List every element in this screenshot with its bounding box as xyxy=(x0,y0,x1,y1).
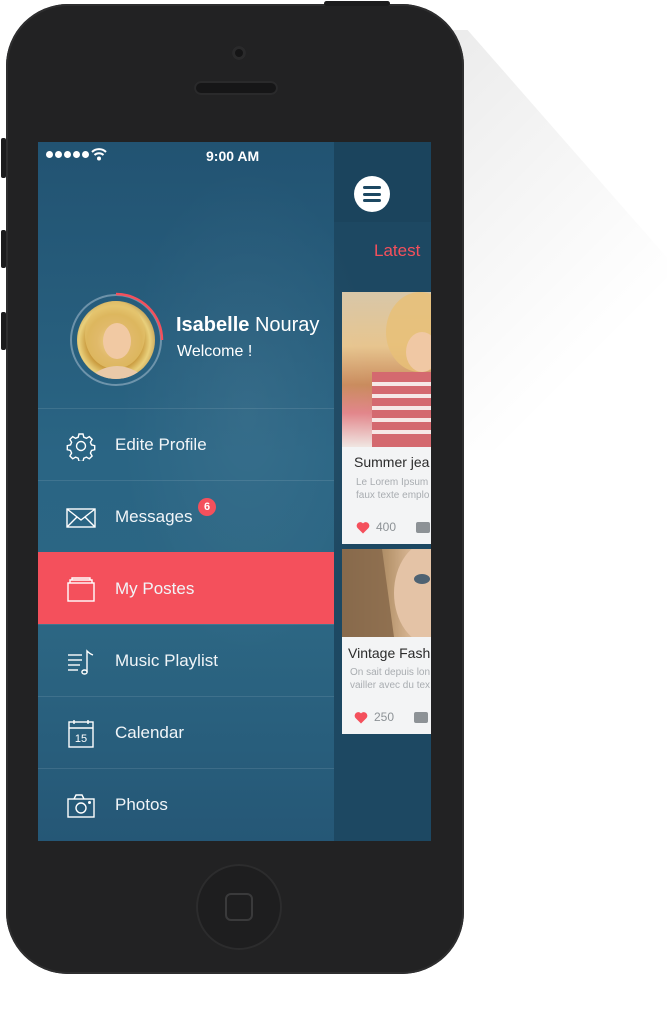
status-time: 9:00 AM xyxy=(206,148,260,164)
status-bar: 9:00 AM xyxy=(38,142,334,170)
power-button xyxy=(324,1,390,6)
hamburger-menu-icon[interactable] xyxy=(354,176,390,212)
avatar[interactable] xyxy=(70,292,164,386)
wifi-icon xyxy=(91,148,107,161)
message-count-badge: 6 xyxy=(198,498,216,516)
calendar-icon: 15 xyxy=(68,720,94,748)
front-camera xyxy=(232,46,246,60)
folder-icon xyxy=(67,577,95,602)
menu-item-label: Messages xyxy=(115,507,193,526)
user-last-name: Nouray xyxy=(254,314,320,336)
user-first-name: Isabelle xyxy=(176,314,250,336)
menu-item-edit-profile[interactable]: Edite Profile xyxy=(38,408,334,480)
card-desc-line: vailler avec du tex xyxy=(350,680,431,691)
menu-item-my-postes[interactable]: My Postes xyxy=(38,552,334,624)
tab-latest[interactable]: Latest xyxy=(374,241,420,261)
heart-icon xyxy=(354,711,368,723)
menu-item-label: Edite Profile xyxy=(115,435,207,454)
gear-icon xyxy=(66,433,96,461)
envelope-icon xyxy=(66,508,96,528)
like-count[interactable]: 250 xyxy=(354,710,394,724)
music-list-icon xyxy=(68,649,94,675)
feed-header xyxy=(334,142,431,222)
welcome-text: Welcome ! xyxy=(177,343,253,360)
camera-icon xyxy=(67,794,95,818)
menu-item-photos[interactable]: Photos xyxy=(38,768,334,840)
card-desc-line: On sait depuis lon xyxy=(350,667,431,678)
menu-item-calendar[interactable]: 15 Calendar xyxy=(38,696,334,768)
feed-card[interactable]: Vintage Fash On sait depuis lon vailler … xyxy=(342,549,431,734)
menu-item-label: Music Playlist xyxy=(115,651,218,670)
menu-item-messages[interactable]: Messages 6 xyxy=(38,480,334,552)
phone-screen: Latest Summer jea Le Lorem Ipsum faux te… xyxy=(38,142,431,841)
comment-icon[interactable] xyxy=(416,522,430,533)
earpiece-speaker xyxy=(194,81,278,95)
card-image xyxy=(342,549,431,637)
volume-up-button xyxy=(1,230,6,268)
phone-shadow xyxy=(440,30,667,450)
menu-list: Edite Profile Messages 6 My Postes Music… xyxy=(38,408,334,840)
svg-text:15: 15 xyxy=(75,733,87,745)
avatar-photo xyxy=(77,301,155,379)
side-menu: 9:00 AM Isabelle Nouray Welcome ! Edite … xyxy=(38,142,378,841)
stage: Latest Summer jea Le Lorem Ipsum faux te… xyxy=(0,0,667,1036)
home-button[interactable] xyxy=(196,864,282,950)
menu-item-music-playlist[interactable]: Music Playlist xyxy=(38,624,334,696)
menu-item-label: Photos xyxy=(115,795,168,814)
signal-dots-icon xyxy=(46,151,89,158)
mute-switch xyxy=(1,138,6,178)
menu-item-label: My Postes xyxy=(115,579,195,598)
comment-icon[interactable] xyxy=(414,712,428,723)
user-name: Isabelle Nouray xyxy=(176,314,319,337)
volume-down-button xyxy=(1,312,6,350)
menu-item-label: Calendar xyxy=(115,723,184,742)
likes-value: 250 xyxy=(374,710,395,724)
card-title: Vintage Fash xyxy=(348,645,431,661)
likes-value: 400 xyxy=(376,520,397,534)
